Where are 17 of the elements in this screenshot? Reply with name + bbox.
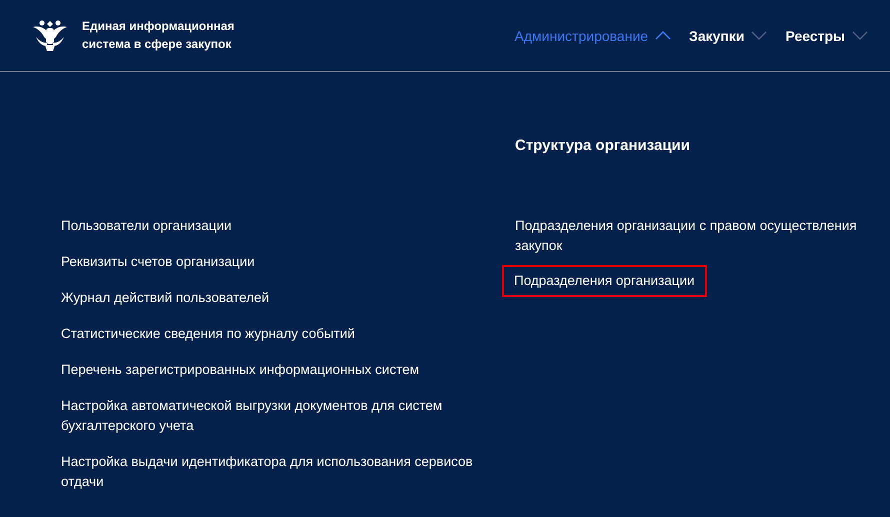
- chevron-down-icon: [751, 31, 768, 40]
- menu-link[interactable]: Перечень зарегистрированных информационных систем: [61, 360, 420, 380]
- nav-menu-item[interactable]: Закупки: [689, 28, 768, 44]
- chevron-up-icon: [655, 31, 672, 40]
- section-heading: Структура организации: [515, 136, 691, 156]
- nav-menu-item[interactable]: Администрирование: [514, 28, 672, 44]
- menu-link[interactable]: Подразделения организации с правом осуществления закупок: [515, 216, 887, 256]
- chevron-down-icon: [852, 31, 868, 40]
- menu-link[interactable]: Настройка автоматической выгрузки документов для систем бухгалтерского учета: [61, 396, 481, 436]
- menu-link[interactable]: Пользователи организации: [61, 216, 232, 236]
- menu-link[interactable]: Настройка выдачи идентификатора для использования сервисов отдачи: [61, 452, 481, 492]
- menu-link[interactable]: Подразделения организации: [504, 267, 705, 295]
- site-title: Единая информационная система в сфере закупок: [82, 18, 236, 52]
- nav-menu-item[interactable]: Реестры: [785, 28, 868, 44]
- menu-link[interactable]: Статистические сведения по журналу событий: [61, 324, 355, 344]
- menu-link[interactable]: Журнал действий пользователей: [61, 288, 270, 308]
- menu-link[interactable]: Реквизиты счетов организации: [61, 252, 255, 272]
